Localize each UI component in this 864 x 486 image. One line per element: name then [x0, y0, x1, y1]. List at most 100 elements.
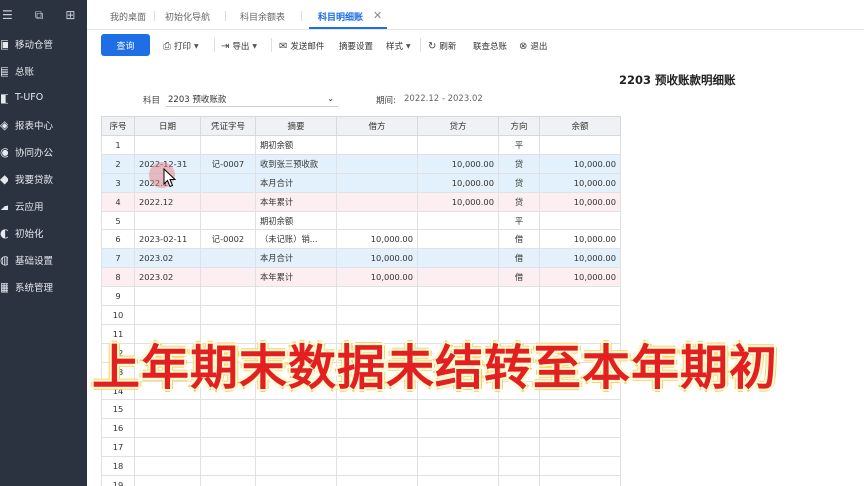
sidebar-item[interactable]: ◈ 报表中心: [0, 111, 87, 138]
table-row[interactable]: 8 2023.02 本年累计 10,000.00 借 10,000.00: [101, 267, 621, 288]
cell-direction: 平: [498, 210, 540, 231]
chevron-down-icon: ⌄: [327, 94, 334, 103]
cell-voucher: [200, 305, 256, 325]
tab-divider: [154, 11, 155, 21]
col-header-no[interactable]: 序号: [101, 116, 135, 136]
tab-account-detail[interactable]: 科目明细账: [318, 10, 363, 23]
cell-direction: [498, 286, 540, 307]
table-row[interactable]: 9: [101, 286, 621, 307]
cell-no: 19: [101, 475, 135, 486]
tab-divider: [225, 11, 226, 21]
refresh-label: 刷新: [439, 42, 457, 52]
table-row[interactable]: 2 2022-12-31 记-0007 收到张三预收款 10,000.00 贷 10,000…: [101, 153, 621, 174]
cell-no: 7: [101, 248, 135, 269]
cell-summary: 收到张三预收款: [255, 153, 337, 174]
tab-init-nav[interactable]: 初始化导航: [165, 10, 210, 23]
table-row[interactable]: 16: [101, 418, 621, 439]
link-ledger-button[interactable]: 联查总账: [473, 40, 507, 52]
cell-balance: 10,000.00: [539, 248, 621, 269]
table-row[interactable]: 6 2023-02-11 记-0002 （未记账）销... 10,000.00 借 10,0…: [101, 229, 621, 250]
table-row[interactable]: 10: [101, 305, 621, 325]
cell-credit: [417, 248, 499, 269]
cell-no: 8: [101, 267, 135, 288]
tab-bar: 我的桌面 初始化导航 科目余额表 科目明细账 ✕: [87, 0, 864, 30]
close-icon[interactable]: ✕: [373, 9, 382, 22]
cell-balance: 10,000.00: [539, 153, 621, 174]
col-header-direction[interactable]: 方向: [498, 116, 540, 136]
table-row[interactable]: 3 2022.1 本月合计 10,000.00 贷 10,000.00: [101, 172, 621, 193]
sidebar-menu: ▣ 移动仓管 ▤ 总账 ◧ T-UFO ◈ 报表中心 ◉ 协同办公 ◆ 我要贷款 ☁ 云应用 ◐ 初始化 ◍ 基础…: [0, 30, 87, 300]
cell-voucher: [200, 437, 256, 458]
cell-credit: [417, 135, 499, 155]
sidebar-item[interactable]: ◉ 协同办公: [0, 138, 87, 165]
cell-no: 1: [101, 135, 135, 155]
cell-credit: [417, 229, 499, 250]
sidebar-item[interactable]: ▤ 总账: [0, 57, 87, 84]
col-header-credit[interactable]: 贷方: [417, 116, 499, 136]
sidebar-item[interactable]: ☁ 云应用: [0, 192, 87, 219]
sidebar-item-label: 总账: [15, 66, 35, 78]
cell-balance: [539, 399, 621, 420]
summary-settings-button[interactable]: 摘要设置: [339, 40, 373, 52]
col-header-date[interactable]: 日期: [134, 116, 201, 136]
cell-credit: [417, 475, 499, 486]
send-mail-button[interactable]: ✉ 发送邮件: [279, 40, 325, 53]
cell-debit: 10,000.00: [336, 229, 418, 250]
cell-no: 16: [101, 418, 135, 439]
col-header-voucher[interactable]: 凭证字号: [200, 116, 256, 136]
table-row[interactable]: 15: [101, 399, 621, 420]
sidebar-item-label: 报表中心: [15, 120, 54, 132]
cell-credit: [417, 399, 499, 420]
refresh-icon: ↻: [428, 40, 437, 52]
cell-summary: 期初余额: [255, 135, 337, 155]
table-row[interactable]: 19: [101, 475, 621, 486]
sidebar-item-label: 移动仓管: [15, 39, 54, 51]
cell-debit: [336, 210, 418, 231]
table-row[interactable]: 1 期初余额 平: [101, 135, 621, 155]
table-row[interactable]: 5 期初余额 平: [101, 210, 621, 231]
cell-direction: [498, 399, 540, 420]
exit-button[interactable]: ⊗ 退出: [519, 40, 547, 53]
sidebar-item-label: 初始化: [15, 228, 44, 240]
export-button[interactable]: ⇥ 导出 ▼: [221, 40, 257, 53]
style-button[interactable]: 样式 ▼: [386, 40, 411, 52]
sidebar-item-label: 基础设置: [15, 255, 54, 267]
col-header-debit[interactable]: 借方: [336, 116, 418, 136]
cell-balance: [539, 286, 621, 307]
table-row[interactable]: 4 2022.12 本年累计 10,000.00 贷 10,000.00: [101, 191, 621, 212]
cell-balance: [539, 305, 621, 325]
table-row[interactable]: 7 2023.02 本月合计 10,000.00 借 10,000.00: [101, 248, 621, 269]
tab-account-balance[interactable]: 科目余额表: [240, 10, 285, 23]
subject-select[interactable]: 2203 预收账款 ⌄: [166, 91, 338, 107]
sidebar-item[interactable]: ◆ 我要贷款: [0, 165, 87, 192]
collapse-icon[interactable]: ⧉: [35, 8, 44, 23]
sidebar-item[interactable]: ◍ 基础设置: [0, 246, 87, 273]
mail-icon: ✉: [279, 40, 288, 52]
cell-voucher[interactable]: 记-0007: [200, 153, 256, 174]
sidebar-item[interactable]: ◧ T-UFO: [0, 84, 87, 111]
col-header-summary[interactable]: 摘要: [255, 116, 337, 136]
cell-voucher: [200, 286, 256, 307]
sidebar-item[interactable]: ▣ 移动仓管: [0, 30, 87, 57]
cell-date: [134, 286, 201, 307]
sidebar-item[interactable]: ◐ 初始化: [0, 219, 87, 246]
query-button[interactable]: 查询: [101, 34, 150, 56]
table-row[interactable]: 18: [101, 456, 621, 477]
cell-debit: [336, 135, 418, 155]
col-header-balance[interactable]: 余额: [539, 116, 621, 136]
sidebar-item[interactable]: ▦ 系统管理: [0, 273, 87, 300]
new-window-icon[interactable]: ⊞: [65, 8, 75, 22]
table-row[interactable]: 17: [101, 437, 621, 458]
chevron-down-icon: ▼: [406, 42, 411, 50]
cell-debit: [336, 153, 418, 174]
init-icon: ◐: [0, 225, 8, 240]
sidebar-item-label: 我要贷款: [15, 174, 54, 186]
send-mail-label: 发送邮件: [290, 42, 325, 52]
print-button[interactable]: ⎙ 打印 ▼: [163, 40, 199, 53]
refresh-button[interactable]: ↻ 刷新: [428, 40, 457, 53]
tab-my-desktop[interactable]: 我的桌面: [110, 10, 146, 23]
toggle-icon[interactable]: ☰: [2, 8, 13, 22]
overlay-caption: 上年期末数据未结转至本年期初: [92, 340, 779, 396]
cell-balance: [539, 135, 621, 155]
cell-voucher[interactable]: 记-0002: [200, 229, 256, 250]
